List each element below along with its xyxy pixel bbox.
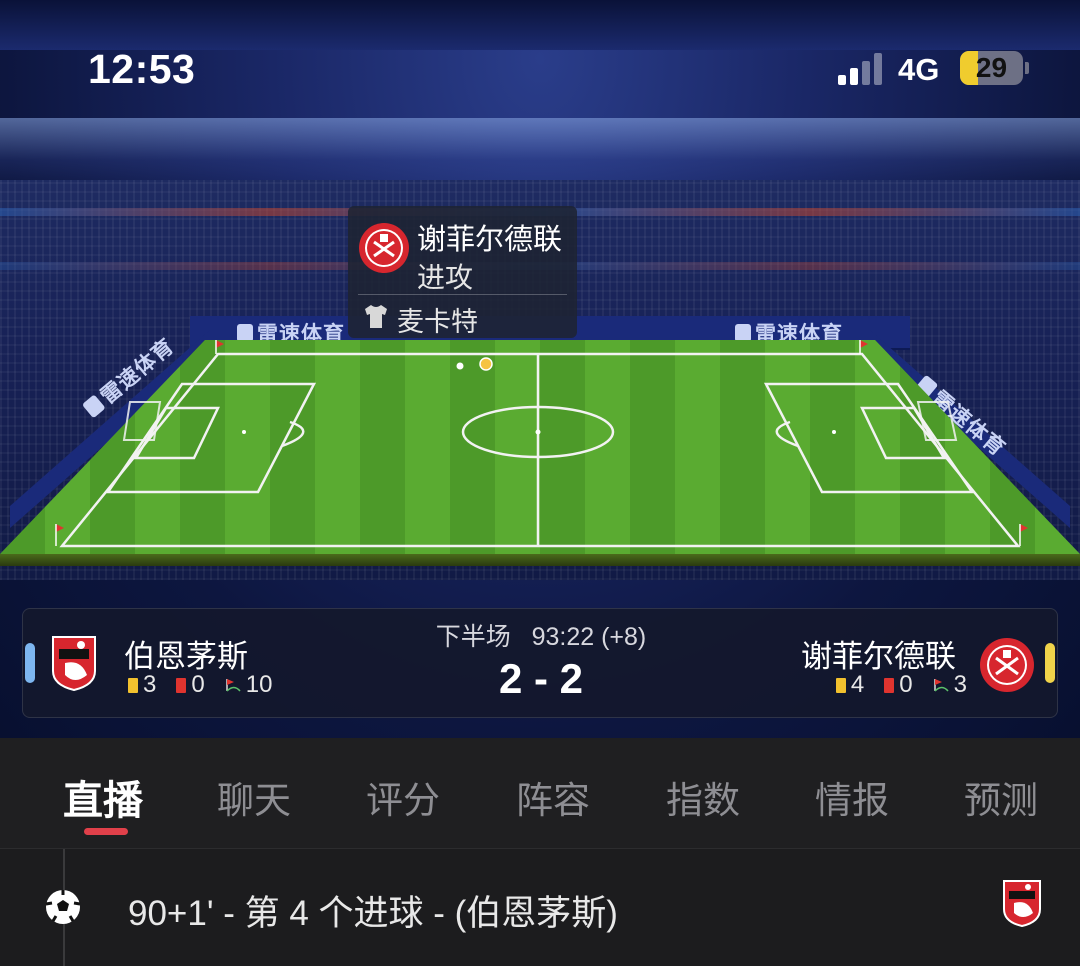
event-description: 90+1' - 第 4 个进球 - (伯恩茅斯): [128, 894, 618, 933]
away-penalty-area: [763, 382, 975, 494]
sheffield-united-crest-icon: [980, 638, 1034, 692]
tab-prediction[interactable]: 预测: [964, 770, 1038, 824]
active-tab-indicator: [84, 828, 128, 835]
jersey-icon: [365, 305, 387, 328]
away-corners: 3: [953, 671, 967, 698]
ball-position-marker: [479, 357, 493, 371]
bournemouth-crest-icon: [1003, 880, 1041, 927]
away-red-cards: 0: [899, 671, 913, 698]
home-penalty-area: [105, 382, 317, 494]
tooltip-team-name: 谢菲尔德联: [417, 224, 563, 256]
tooltip-action: 进攻: [417, 262, 474, 293]
tab-chat[interactable]: 聊天: [217, 770, 291, 824]
away-penalty-spot: [832, 430, 836, 434]
red-card-icon: [884, 677, 895, 693]
match-animation-stage: 雷速体育 雷速体育 雷速体育 雷速体育 谢菲尔德联 进攻 麦卡特 12:53 4…: [0, 0, 1080, 738]
tab-intel[interactable]: 情报: [815, 770, 889, 824]
match-clock: 93:22 (+8): [531, 623, 647, 651]
pitch-lines: [55, 340, 1028, 548]
home-penalty-spot: [242, 430, 246, 434]
network-type: 4G: [898, 52, 940, 87]
corner-flags: [56, 340, 1028, 532]
battery-cap: [1025, 62, 1029, 74]
away-team-name: 谢菲尔德联: [801, 639, 956, 674]
stadium-lights: [0, 118, 1080, 188]
stadium-roof: [0, 0, 1080, 50]
tooltip-player-name: 麦卡特: [397, 307, 478, 337]
away-yellow-cards: 4: [850, 671, 865, 698]
battery-percentage: 29: [975, 52, 1008, 83]
football-pitch: [0, 340, 1080, 570]
status-time: 12:53: [88, 46, 196, 92]
away-team-stats: 4 0 3: [835, 671, 967, 699]
tab-odds[interactable]: 指数: [666, 770, 740, 824]
tab-live[interactable]: 直播: [63, 768, 143, 826]
tab-lineup[interactable]: 阵容: [516, 770, 590, 824]
battery-icon: 29: [960, 51, 1023, 85]
soccer-ball-icon: [45, 890, 81, 924]
corner-flag-icon: [933, 679, 949, 692]
away-team-color-pill: [1045, 643, 1055, 683]
tab-ratings[interactable]: 评分: [366, 770, 440, 824]
center-spot: [535, 429, 541, 435]
sheffield-united-crest-icon: [359, 223, 409, 273]
tooltip-divider: [358, 294, 567, 295]
match-tabs: 直播 聊天 评分 阵容 指数 情报 预测: [0, 738, 1080, 848]
attack-tooltip: 谢菲尔德联 进攻 麦卡特: [348, 206, 577, 338]
live-event-list: 90+1' - 第 4 个进球 - (伯恩茅斯): [0, 848, 1080, 966]
signal-icon: [838, 53, 882, 85]
yellow-card-icon: [835, 677, 846, 693]
scoreboard[interactable]: 伯恩茅斯 3 0 10 下半场 93:22 (+8) 2 - 2 谢菲尔德联 4: [22, 608, 1058, 718]
ball-trail-dot: [456, 362, 464, 370]
home-goal-net: [122, 401, 162, 441]
